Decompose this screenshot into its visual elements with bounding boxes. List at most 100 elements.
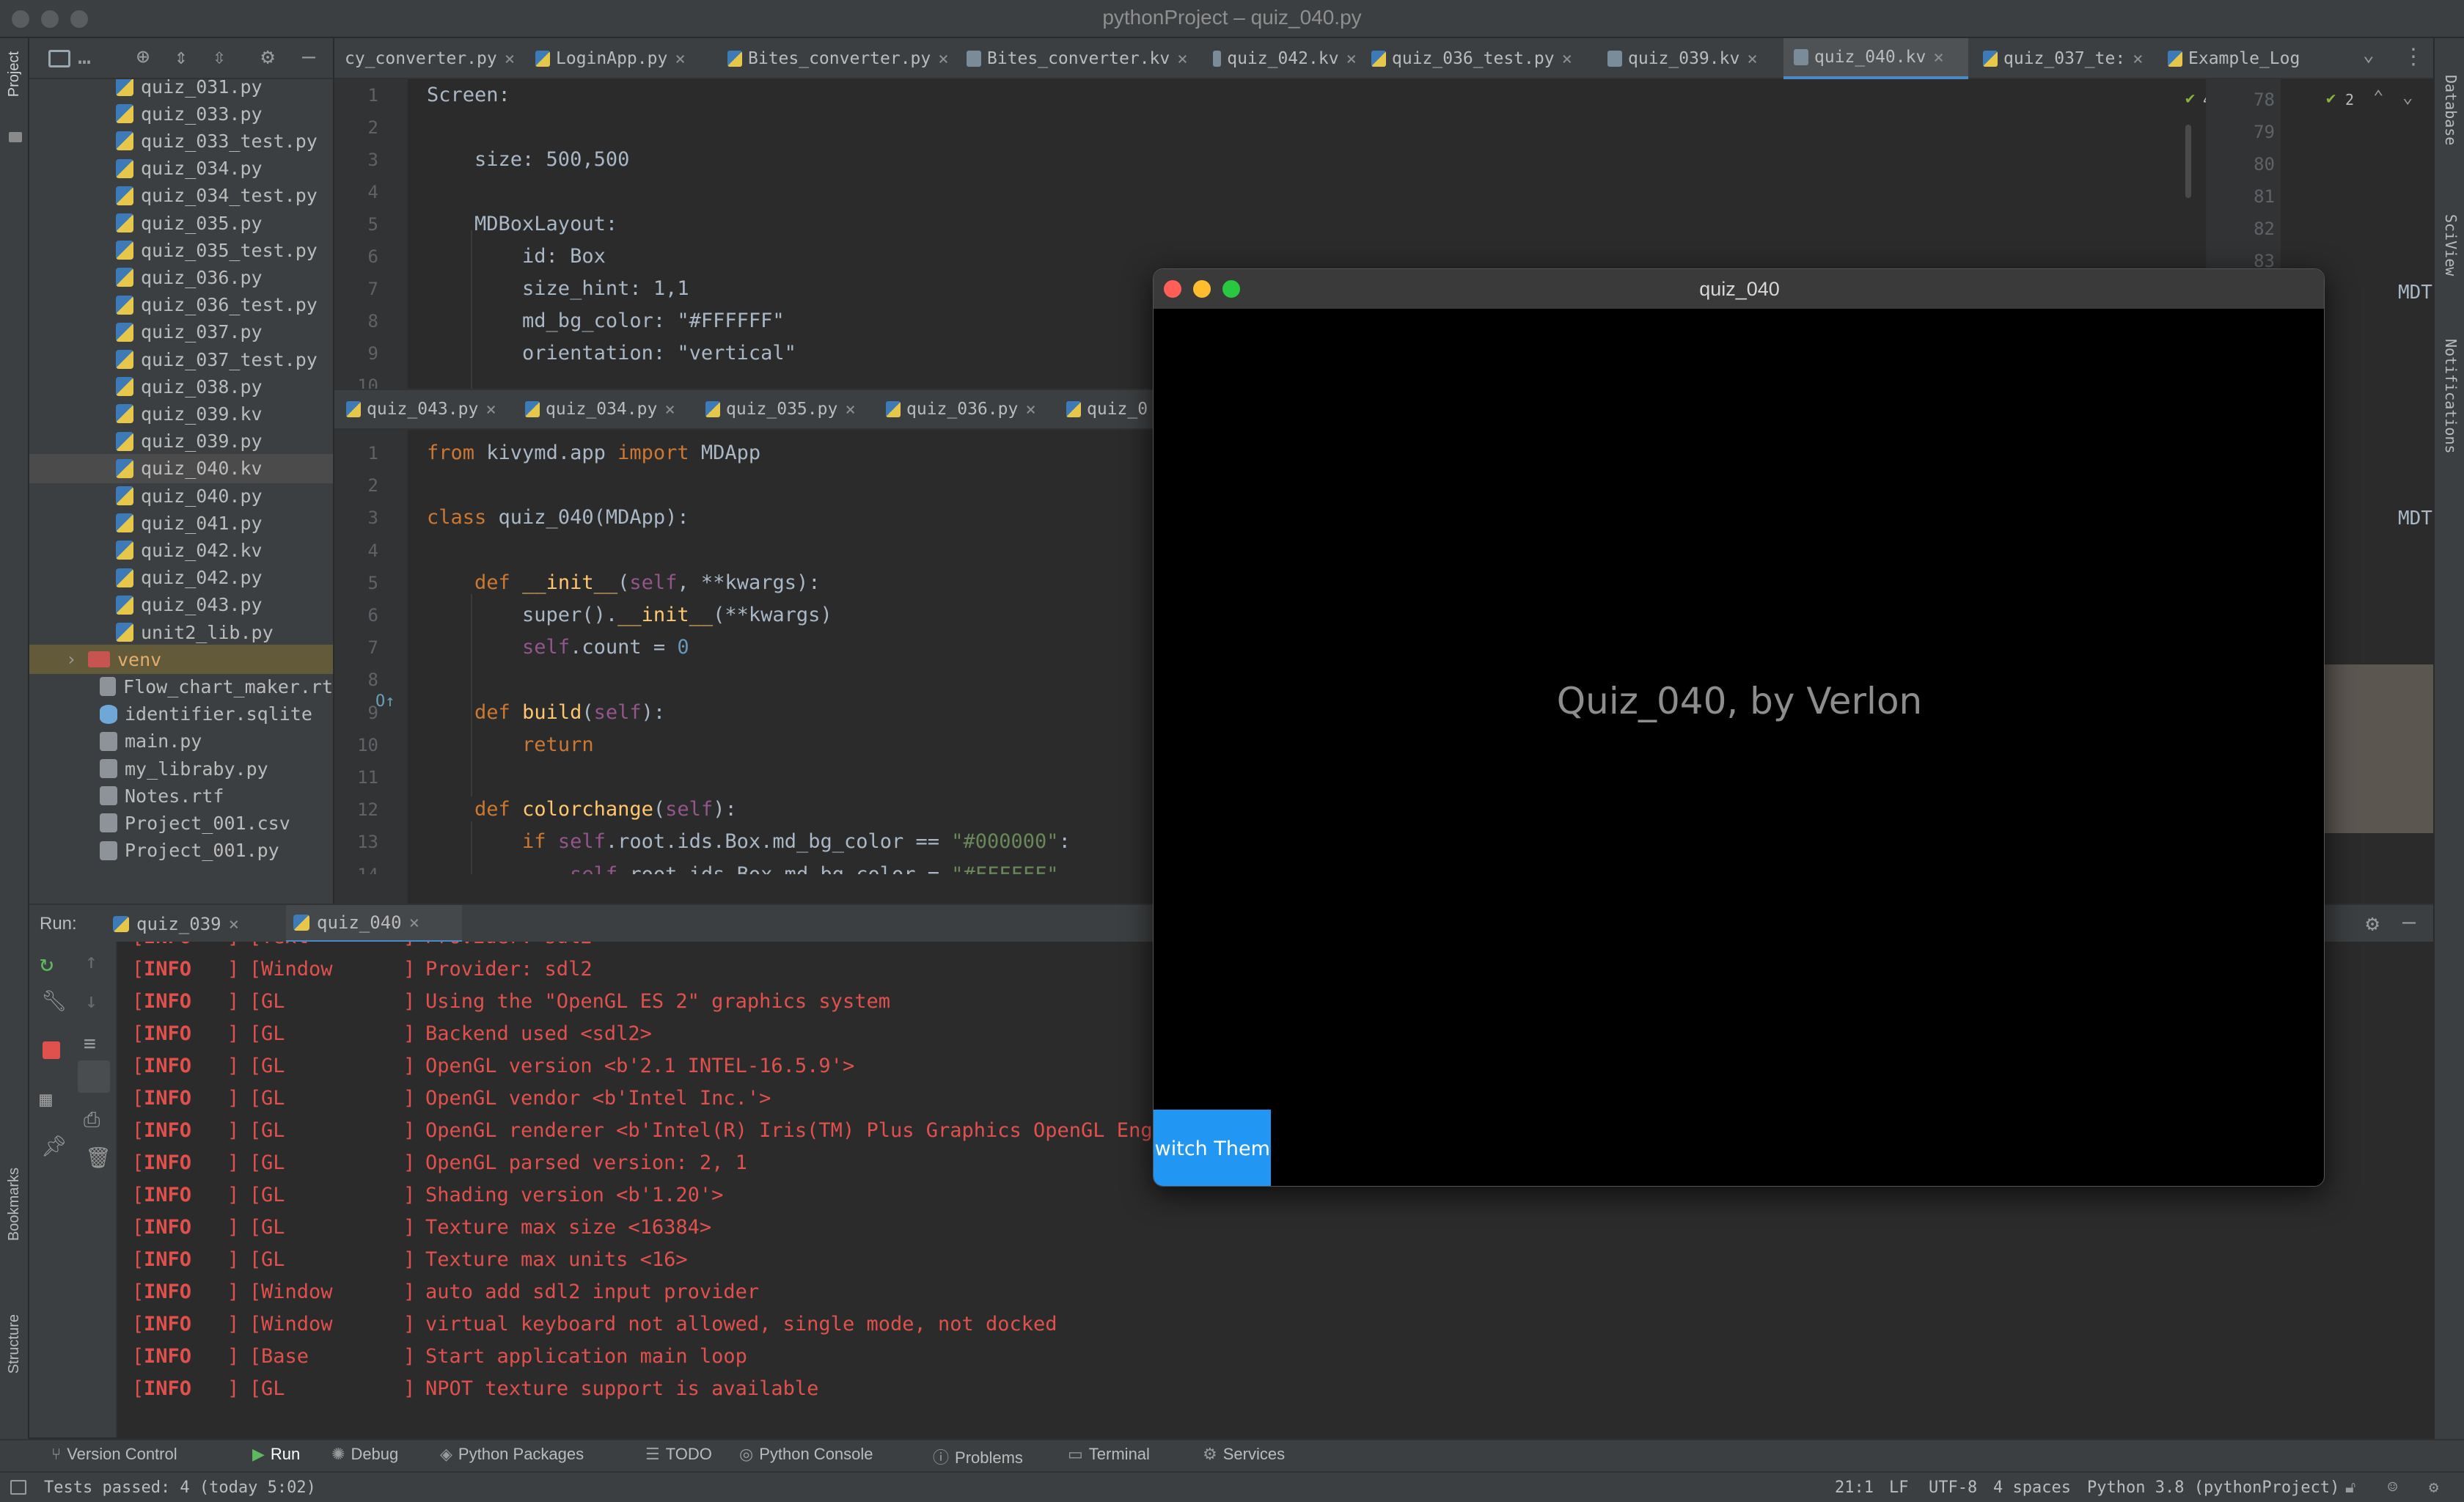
notifications-tool-button[interactable]: Notifications [2442,339,2460,454]
chevron-down-icon[interactable]: ⌄ [2402,87,2413,107]
tree-item[interactable]: quiz_040.py [29,481,333,510]
arrow-down-icon[interactable]: ↓ [85,989,98,1013]
close-icon[interactable]: × [409,912,419,933]
hide-panel-icon[interactable]: — [2402,909,2416,935]
soft-wrap-icon[interactable]: ≡ [84,1031,96,1055]
tree-item[interactable]: quiz_036.py [29,263,333,292]
tree-item[interactable]: quiz_038.py [29,372,333,401]
close-icon[interactable]: × [675,48,685,69]
lock-icon[interactable]: 🔓︎ [2345,1479,2355,1497]
project-view-icon[interactable] [48,50,70,67]
sciview-tool-button[interactable]: SciView [2442,214,2460,276]
layout-toggle-icon[interactable] [10,1480,26,1495]
tab-list-chevron-icon[interactable]: ⌄ [2363,44,2375,66]
tree-item[interactable]: main.py [29,727,333,756]
tool-window-button[interactable]: ⑂ Version Control [51,1445,177,1464]
close-icon[interactable]: × [229,914,239,934]
editor-tab[interactable]: Bites_converter.py × [717,38,953,79]
tree-item[interactable]: › venv [29,645,333,675]
gear-icon[interactable]: ⚙ [2429,1479,2438,1497]
inspection-ok-icon[interactable]: ✔ [2326,89,2336,108]
pin-icon[interactable]: 📌︎ [41,1134,67,1158]
tool-window-button[interactable]: ☰ TODO [645,1445,712,1464]
close-icon[interactable]: × [1025,399,1035,420]
switch-theme-button[interactable]: Switch Theme [1154,1110,1271,1186]
indent-setting[interactable]: 4 spaces [1993,1479,2071,1497]
tree-item[interactable]: my_libraby.py [29,754,333,783]
run-tab-quiz-039[interactable]: quiz_039 × [113,905,239,943]
caret-position[interactable]: 21:1 [1835,1479,1874,1497]
tool-window-button[interactable]: ▭ Terminal [1068,1445,1150,1464]
tree-item[interactable]: quiz_036_test.py [29,290,333,320]
tree-item[interactable]: quiz_034.py [29,154,333,183]
editor-tab[interactable]: LoginApp.py × [525,38,714,79]
close-icon[interactable]: × [1346,48,1357,69]
tests-status[interactable]: Tests passed: 4 (today 5:02) [44,1479,316,1497]
tree-item[interactable]: Flow_chart_maker.rt [29,672,333,701]
chevron-up-icon[interactable]: ⌃ [2373,87,2383,107]
editor-tab[interactable]: Bites_converter.kv × [956,38,1198,79]
print-icon[interactable]: ⎙ [84,1107,100,1132]
gear-icon[interactable]: ⚙ [261,44,274,70]
layout-icon[interactable]: ▦ [40,1087,52,1111]
collapse-all-icon[interactable]: ⇳ [213,44,226,70]
tree-item[interactable]: quiz_033_test.py [29,126,333,155]
wrench-icon[interactable]: 🔧︎ [41,989,67,1013]
rerun-icon[interactable]: ↻ [40,949,54,977]
editor-tab[interactable]: quiz_036_test.py × [1361,38,1593,79]
bookmarks-tool-button[interactable]: Bookmarks [6,1168,23,1241]
tool-window-button[interactable]: ▶ Run [252,1445,300,1464]
tree-item[interactable]: quiz_034_test.py [29,181,333,210]
more-icon[interactable]: … [78,44,91,70]
tree-item[interactable]: quiz_043.py [29,590,333,620]
close-icon[interactable]: × [1177,48,1187,69]
editor-tab[interactable]: quiz_035.py × [695,390,871,428]
editor-tab[interactable]: quiz_039.kv × [1597,38,1779,79]
run-tab-quiz-040[interactable]: quiz_040 × [286,905,462,943]
editor-tab[interactable]: Example_Log [2157,38,2313,79]
kv-editor-scrollbar[interactable] [2185,125,2191,198]
tree-item[interactable]: quiz_035_test.py [29,235,333,265]
tree-item[interactable]: quiz_039.kv [29,399,333,428]
close-icon[interactable]: × [845,399,855,420]
editor-tab[interactable]: quiz_042.kv × [1203,38,1357,79]
tree-item[interactable]: quiz_037_test.py [29,345,333,374]
tree-item[interactable]: quiz_037.py [29,318,333,347]
tree-item[interactable]: quiz_042.kv [29,535,333,565]
python-interpreter[interactable]: Python 3.8 (pythonProject) [2087,1479,2339,1497]
tree-item[interactable]: quiz_040.kv [29,453,333,483]
trash-icon[interactable]: 🗑︎ [85,1146,111,1170]
scroll-to-end-icon[interactable] [78,1060,110,1093]
editor-tab[interactable]: quiz_037_te: × [1973,38,2155,79]
editor-tab[interactable]: quiz_043.py × [336,390,512,428]
tree-item[interactable]: Notes.rtf [29,781,333,810]
inspection-ok-icon[interactable]: ✔ [2185,89,2195,108]
arrow-up-icon[interactable]: ↑ [85,949,98,973]
tree-item[interactable]: quiz_035.py [29,208,333,238]
tool-window-button[interactable]: ◎ Python Console [739,1445,873,1464]
project-tool-button[interactable]: Project [6,51,23,97]
tool-window-button[interactable]: ⓘ Problems [933,1445,1023,1468]
tool-window-button[interactable]: ◈ Python Packages [440,1445,584,1464]
tree-item[interactable]: quiz_042.py [29,563,333,593]
locate-icon[interactable]: ⊕ [136,44,150,70]
tree-item[interactable]: Project_001.py [29,836,333,865]
tree-item[interactable]: quiz_039.py [29,427,333,456]
close-icon[interactable]: × [485,399,496,420]
close-icon[interactable]: × [505,48,515,69]
tree-item[interactable]: quiz_033.py [29,99,333,128]
tree-item[interactable]: Project_001.csv [29,808,333,838]
inspector-icon[interactable]: ☺ [2388,1479,2397,1497]
editor-tab[interactable]: cy_converter.py × [334,38,518,79]
close-icon[interactable]: × [1562,48,1572,69]
close-icon[interactable]: × [664,399,675,420]
tree-item[interactable]: quiz_031.py [29,79,333,101]
tool-window-button[interactable]: ✺ Debug [331,1445,398,1464]
line-separator[interactable]: LF [1889,1479,1909,1497]
override-gutter-icon[interactable]: O↑ [375,692,395,711]
editor-tab[interactable]: quiz_036.py × [876,390,1052,428]
editor-tab[interactable]: quiz_034.py × [515,390,691,428]
file-encoding[interactable]: UTF-8 [1929,1479,1977,1497]
tree-item[interactable]: identifier.sqlite [29,700,333,729]
editor-tab[interactable]: quiz_040.kv × [1783,38,1968,79]
